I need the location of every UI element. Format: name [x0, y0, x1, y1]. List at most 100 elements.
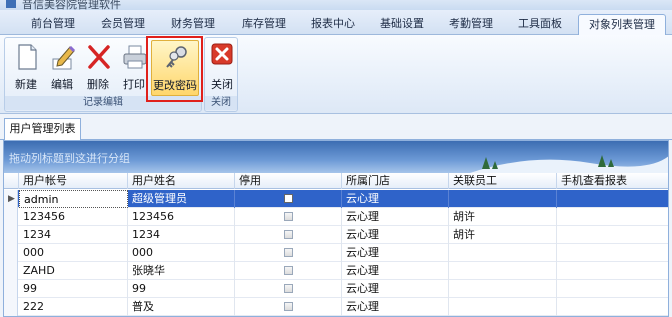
cell-account[interactable]: 123456	[19, 208, 128, 226]
table-row[interactable]: 1234 1234 云心理 胡许	[4, 226, 668, 244]
cell-disabled[interactable]	[235, 280, 342, 298]
table-row[interactable]: ▶ admin 超级管理员 云心理	[4, 190, 668, 208]
cell-mobile[interactable]	[557, 244, 668, 262]
column-header-name[interactable]: 用户姓名	[128, 173, 235, 189]
app-icon	[6, 0, 16, 8]
new-document-icon	[18, 44, 37, 70]
cell-name[interactable]: 1234	[128, 226, 235, 244]
cell-mobile[interactable]	[557, 190, 668, 208]
cell-store[interactable]: 云心理	[342, 244, 449, 262]
column-header-store[interactable]: 所属门店	[342, 173, 449, 189]
close-group-label: 关闭	[205, 96, 237, 110]
cell-employee[interactable]	[449, 244, 557, 262]
close-button-label: 关闭	[211, 78, 233, 91]
cell-mobile[interactable]	[557, 262, 668, 280]
tab-member[interactable]: 会员管理	[92, 14, 154, 35]
column-header-disabled[interactable]: 停用	[235, 173, 342, 189]
cell-store[interactable]: 云心理	[342, 280, 449, 298]
current-row-arrow-icon: ▶	[8, 194, 15, 204]
close-button[interactable]: 关闭	[203, 40, 241, 96]
cell-name[interactable]: 超级管理员	[128, 190, 235, 208]
grid-header: 用户帐号 用户姓名 停用 所属门店 关联员工 手机查看报表	[4, 173, 668, 189]
cell-name[interactable]: 123456	[128, 208, 235, 226]
new-button-label: 新建	[15, 78, 37, 91]
cell-employee[interactable]	[449, 298, 557, 316]
cell-account[interactable]: ZAHD	[19, 262, 128, 280]
delete-x-icon	[88, 45, 110, 69]
disabled-checkbox[interactable]	[284, 194, 293, 203]
tab-front-desk[interactable]: 前台管理	[22, 14, 84, 35]
edit-button[interactable]: 编辑	[43, 40, 81, 96]
tab-basic-settings[interactable]: 基础设置	[371, 14, 433, 35]
disabled-checkbox[interactable]	[284, 266, 293, 275]
table-row[interactable]: 99 99 云心理	[4, 280, 668, 298]
delete-button-label: 删除	[87, 78, 109, 91]
close-group: 关闭 关闭	[204, 37, 238, 112]
tab-attendance[interactable]: 考勤管理	[440, 14, 502, 35]
column-header-employee[interactable]: 关联员工	[449, 173, 557, 189]
row-indicator	[4, 208, 18, 226]
cell-name[interactable]: 普及	[128, 298, 235, 316]
cell-store[interactable]: 云心理	[342, 190, 449, 208]
tab-user-management-list[interactable]: 用户管理列表	[4, 118, 81, 140]
group-by-hint: 拖动列标题到这进行分组	[9, 152, 130, 165]
disabled-checkbox[interactable]	[284, 248, 293, 257]
cell-account[interactable]: 000	[19, 244, 128, 262]
cell-employee[interactable]	[449, 262, 557, 280]
header-indicator	[4, 173, 19, 189]
cell-store[interactable]: 云心理	[342, 226, 449, 244]
menu-bar: 前台管理 会员管理 财务管理 库存管理 报表中心 基础设置 考勤管理 工具面板 …	[0, 10, 672, 35]
column-header-mobile-reports[interactable]: 手机查看报表	[557, 173, 668, 189]
cell-disabled[interactable]	[235, 244, 342, 262]
highlight-box	[146, 36, 203, 102]
cell-mobile[interactable]	[557, 226, 668, 244]
cell-account[interactable]: 222	[19, 298, 128, 316]
table-row[interactable]: 123456 123456 云心理 胡许	[4, 208, 668, 226]
printer-icon	[123, 45, 147, 69]
cell-employee[interactable]	[449, 190, 557, 208]
cell-employee[interactable]	[449, 280, 557, 298]
disabled-checkbox[interactable]	[284, 302, 293, 311]
cell-store[interactable]: 云心理	[342, 298, 449, 316]
window-title: 音信美容院管理软件	[22, 0, 121, 10]
cell-mobile[interactable]	[557, 298, 668, 316]
cell-account[interactable]: admin	[19, 190, 128, 208]
column-header-account[interactable]: 用户帐号	[19, 173, 128, 189]
disabled-checkbox[interactable]	[284, 212, 293, 221]
tab-finance[interactable]: 财务管理	[162, 14, 224, 35]
cell-name[interactable]: 99	[128, 280, 235, 298]
row-indicator	[4, 262, 18, 280]
tab-tools[interactable]: 工具面板	[509, 14, 571, 35]
cell-mobile[interactable]	[557, 208, 668, 226]
group-by-panel[interactable]: 拖动列标题到这进行分组	[4, 141, 668, 173]
new-button[interactable]: 新建	[7, 40, 45, 96]
cell-store[interactable]: 云心理	[342, 262, 449, 280]
row-indicator: ▶	[4, 190, 18, 208]
tab-inventory[interactable]: 库存管理	[233, 14, 295, 35]
cell-disabled[interactable]	[235, 262, 342, 280]
table-row[interactable]: 222 普及 云心理	[4, 298, 668, 316]
row-indicator	[4, 226, 18, 244]
cell-account[interactable]: 99	[19, 280, 128, 298]
edit-button-label: 编辑	[51, 78, 73, 91]
cell-store[interactable]: 云心理	[342, 208, 449, 226]
table-row[interactable]: 000 000 云心理	[4, 244, 668, 262]
delete-button[interactable]: 删除	[79, 40, 117, 96]
cell-employee[interactable]: 胡许	[449, 226, 557, 244]
cell-name[interactable]: 000	[128, 244, 235, 262]
table-row[interactable]: ZAHD 张晓华 云心理	[4, 262, 668, 280]
disabled-checkbox[interactable]	[284, 230, 293, 239]
cell-disabled[interactable]	[235, 208, 342, 226]
cell-mobile[interactable]	[557, 280, 668, 298]
cell-disabled[interactable]	[235, 190, 342, 208]
disabled-checkbox[interactable]	[284, 284, 293, 293]
cell-disabled[interactable]	[235, 226, 342, 244]
row-indicator	[4, 280, 18, 298]
cell-disabled[interactable]	[235, 298, 342, 316]
tab-object-list[interactable]: 对象列表管理	[578, 14, 666, 35]
document-tab-strip: 用户管理列表	[0, 114, 672, 140]
cell-name[interactable]: 张晓华	[128, 262, 235, 280]
cell-employee[interactable]: 胡许	[449, 208, 557, 226]
tab-reports[interactable]: 报表中心	[302, 14, 364, 35]
cell-account[interactable]: 1234	[19, 226, 128, 244]
